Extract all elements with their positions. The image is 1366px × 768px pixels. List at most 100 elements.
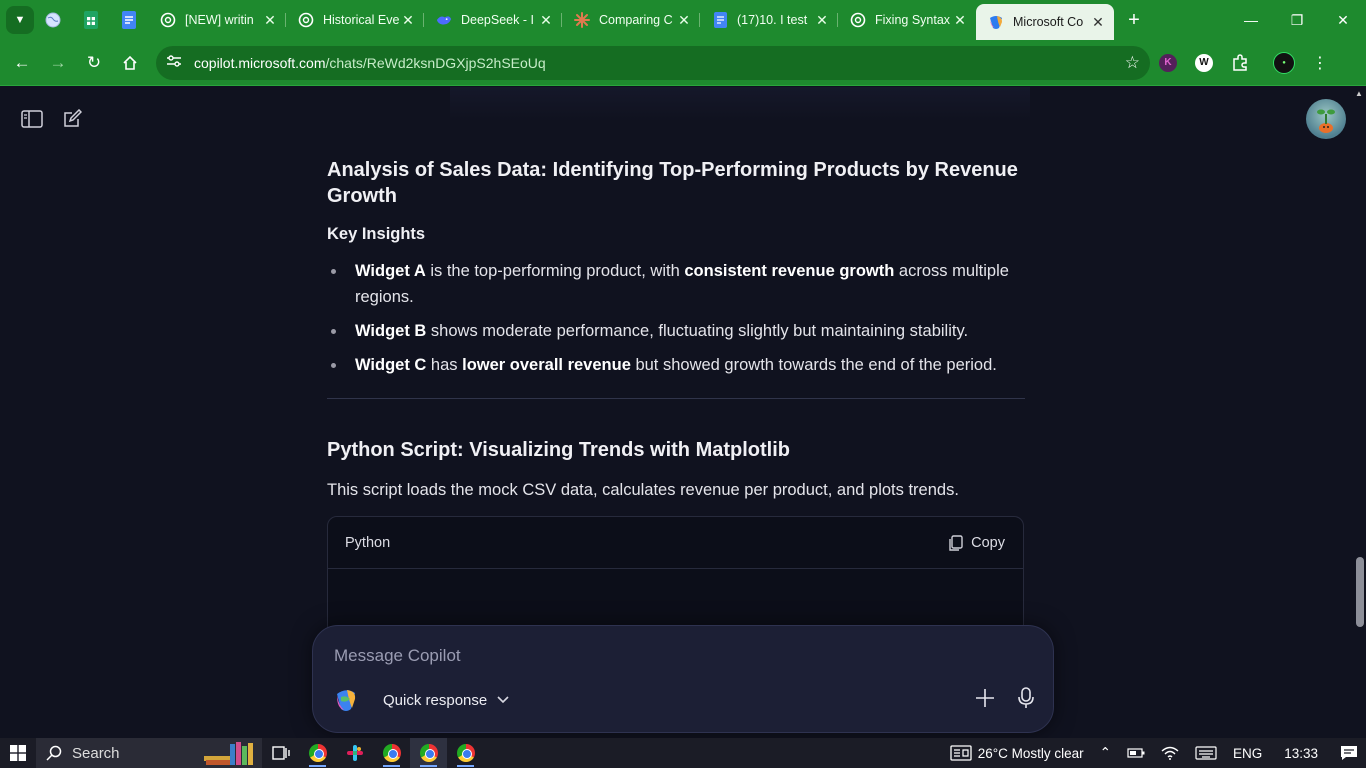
analysis-heading: Analysis of Sales Data: Identifying Top-… (327, 159, 1018, 207)
taskbar-search[interactable]: Search (36, 738, 262, 768)
browser-tab[interactable]: DeepSeek - I ✕ (424, 4, 562, 36)
openai-icon (850, 12, 866, 28)
start-button[interactable] (0, 738, 36, 768)
browser-tab-active[interactable]: Microsoft Co ✕ (976, 4, 1114, 40)
tab-close-icon[interactable]: ✕ (262, 12, 278, 29)
keyboard-indicator[interactable] (1187, 746, 1225, 760)
taskbar-chrome-1[interactable] (299, 738, 336, 768)
bold-text: Widget A (355, 262, 426, 280)
bold-text: lower overall revenue (462, 356, 631, 374)
script-description: This script loads the mock CSV data, cal… (327, 481, 959, 499)
sidebar-icon (21, 110, 43, 128)
home-icon (123, 55, 137, 70)
profile-avatar-icon: ● (1273, 51, 1295, 74)
minimize-icon[interactable]: — (1228, 0, 1274, 40)
tab-search-button[interactable]: ▼ (6, 6, 34, 34)
new-chat-button[interactable] (60, 107, 84, 131)
weather-widget[interactable]: 26°C Mostly clear (942, 745, 1092, 761)
tab-close-icon[interactable]: ✕ (1090, 14, 1106, 31)
forward-button[interactable]: → (40, 45, 76, 81)
chevron-down-icon: ▼ (14, 14, 26, 26)
previous-content-fade (450, 87, 1030, 121)
response-mode-dropdown[interactable]: Quick response (383, 692, 509, 709)
tab-title: Comparing C (599, 13, 673, 27)
taskbar-chrome-2[interactable] (373, 738, 410, 768)
taskbar-slack[interactable] (336, 738, 373, 768)
scroll-up-arrow-icon[interactable]: ▲ (1355, 89, 1363, 98)
site-info-icon[interactable] (166, 54, 186, 71)
arrow-right-icon: → (49, 52, 67, 72)
tab-close-icon[interactable]: ✕ (538, 12, 554, 29)
search-icon (46, 745, 62, 761)
text: but showed growth towards the end of the… (630, 356, 997, 374)
pinned-tab-docs[interactable] (110, 4, 148, 36)
deepseek-icon (436, 12, 452, 28)
browser-menu-button[interactable]: ⋮ (1302, 45, 1338, 81)
assistant-message: Analysis of Sales Data: Identifying Top-… (327, 157, 1025, 636)
new-tab-button[interactable]: + (1118, 4, 1150, 36)
browser-tab[interactable]: Fixing Syntax ✕ (838, 4, 976, 36)
keyboard-icon (1195, 746, 1217, 760)
sidebar-toggle-button[interactable] (20, 107, 44, 131)
copy-icon (949, 534, 963, 551)
insights-list: Widget A is the top-performing product, … (327, 258, 1025, 378)
profile-button[interactable]: ● (1266, 45, 1302, 81)
copy-label: Copy (971, 534, 1005, 551)
bold-text: Widget C (355, 356, 427, 374)
docs-icon (712, 12, 728, 28)
tab-title: [NEW] writin (185, 13, 254, 27)
wifi-indicator[interactable] (1153, 746, 1187, 760)
reload-button[interactable]: ↻ (76, 45, 112, 81)
compose-icon (64, 109, 82, 127)
tab-close-icon[interactable]: ✕ (814, 12, 830, 29)
tab-title: Microsoft Co (1013, 15, 1084, 29)
tab-close-icon[interactable]: ✕ (400, 12, 416, 29)
microphone-icon (1018, 686, 1034, 708)
message-input[interactable]: Message Copilot (334, 646, 461, 666)
voice-button[interactable] (1017, 686, 1035, 714)
user-avatar[interactable] (1306, 99, 1346, 139)
language-indicator[interactable]: ENG (1225, 746, 1270, 761)
tab-close-icon[interactable]: ✕ (952, 12, 968, 29)
browser-tab[interactable]: Historical Eve ✕ (286, 4, 424, 36)
restore-icon[interactable]: ❐ (1274, 0, 1320, 40)
taskbar-chrome-4[interactable] (447, 738, 484, 768)
weather-icon (950, 745, 972, 761)
browser-tab[interactable]: [NEW] writin ✕ (148, 4, 286, 36)
composer-actions (975, 686, 1035, 714)
message-composer: Message Copilot Quick response (312, 625, 1054, 733)
tray-overflow-button[interactable]: ⌃ (1092, 745, 1119, 761)
browser-tab[interactable]: Comparing C ✕ (562, 4, 700, 36)
wifi-icon (1161, 746, 1179, 760)
bold-text: Widget B (355, 322, 427, 340)
address-bar[interactable]: copilot.microsoft.com/chats/ReWd2ksnDGXj… (156, 45, 1150, 80)
extensions-button[interactable] (1222, 45, 1258, 81)
tab-title: (17)10. I test (737, 13, 808, 27)
tab-close-icon[interactable]: ✕ (676, 12, 692, 29)
attach-button[interactable] (975, 688, 995, 713)
notifications-button[interactable] (1332, 745, 1366, 761)
pinned-tab-sheets[interactable] (72, 4, 110, 36)
windows-taskbar: Search 26°C Mostly clear ⌃ ENG 13:33 (0, 738, 1366, 768)
bookmark-star-icon[interactable]: ☆ (1125, 53, 1140, 73)
extension-k[interactable]: K (1150, 45, 1186, 81)
list-item: Widget A is the top-performing product, … (327, 258, 1025, 310)
task-view-button[interactable] (262, 738, 299, 768)
home-button[interactable] (112, 45, 148, 81)
page-scrollbar[interactable]: ▲ (1352, 87, 1366, 739)
copy-code-button[interactable]: Copy (949, 535, 1005, 551)
chevron-down-icon (497, 696, 509, 704)
copilot-icon (988, 14, 1004, 30)
extension-w[interactable]: W (1186, 45, 1222, 81)
scrollbar-thumb[interactable] (1356, 557, 1364, 627)
clock[interactable]: 13:33 (1270, 746, 1332, 761)
tab-strip: ▼ [NEW] writin ✕ Historical Eve ✕ DeepSe… (0, 0, 1366, 40)
pinned-tab-globe[interactable] (34, 4, 72, 36)
docs-icon (122, 11, 136, 29)
close-window-icon[interactable]: ✕ (1320, 0, 1366, 40)
slack-icon (346, 745, 363, 761)
back-button[interactable]: ← (4, 45, 40, 81)
taskbar-chrome-3[interactable] (410, 738, 447, 768)
battery-indicator[interactable] (1119, 748, 1153, 758)
browser-tab[interactable]: (17)10. I test ✕ (700, 4, 838, 36)
